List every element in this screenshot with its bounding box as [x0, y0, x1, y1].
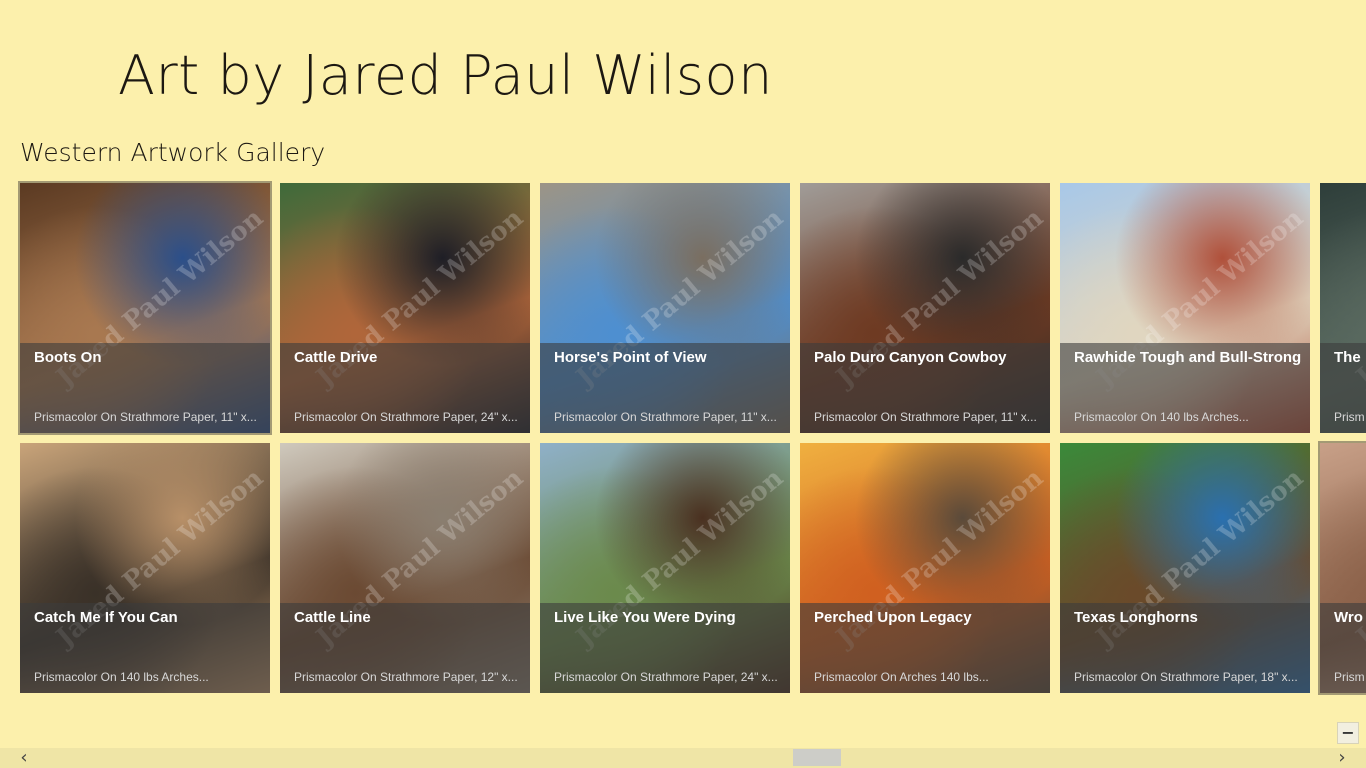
- artwork-title: Live Like You Were Dying: [554, 609, 736, 626]
- artwork-medium: Prismacolor On 140 lbs Arches...: [34, 670, 209, 684]
- tile-caption: Cattle Line Prismacolor On Strathmore Pap…: [280, 603, 530, 693]
- artwork-title: Boots On: [34, 349, 102, 366]
- artwork-medium: Prism: [1334, 410, 1365, 424]
- artwork-title: Rawhide Tough and Bull-Strong: [1074, 349, 1302, 366]
- artwork-medium: Prismacolor On Strathmore Paper, 24" x..…: [294, 410, 518, 424]
- artwork-title: Texas Longhorns: [1074, 609, 1198, 626]
- scroll-right-icon[interactable]: ›: [1332, 748, 1352, 768]
- tile-caption: The Prism: [1320, 343, 1366, 433]
- artwork-title: Catch Me If You Can: [34, 609, 178, 626]
- tile-caption: Live Like You Were Dying Prismacolor On S…: [540, 603, 790, 693]
- artwork-medium: Prismacolor On 140 lbs Arches...: [1074, 410, 1249, 424]
- artwork-medium: Prismacolor On Strathmore Paper, 12" x..…: [294, 670, 518, 684]
- semantic-zoom-button[interactable]: −: [1337, 722, 1359, 744]
- gallery-tile[interactable]: Jared Paul Wilson Cattle Line Prismacolor …: [280, 443, 530, 693]
- tile-caption: Palo Duro Canyon Cowboy Prismacolor On St…: [800, 343, 1050, 433]
- scroll-left-icon[interactable]: ‹: [14, 748, 34, 768]
- artwork-medium: Prismacolor On Strathmore Paper, 18" x..…: [1074, 670, 1298, 684]
- horizontal-scrollbar[interactable]: ‹ ›: [0, 748, 1366, 768]
- gallery-tile[interactable]: Jared Paul WilsonWroPrism: [1318, 441, 1366, 695]
- gallery-tile[interactable]: Jared Paul Wilson Catch Me If You Can Pris…: [20, 443, 270, 693]
- scroll-thumb[interactable]: [793, 749, 841, 766]
- artwork-title: Palo Duro Canyon Cowboy: [814, 349, 1007, 366]
- gallery-tile[interactable]: Jared Paul Wilson Texas Longhorns Prismaco…: [1060, 443, 1310, 693]
- tile-caption: Horse's Point of View Prismacolor On Stra…: [540, 343, 790, 433]
- gallery-tile[interactable]: Jared Paul Wilson Boots On Prismacolor On …: [18, 181, 272, 435]
- artwork-medium: Prismacolor On Arches 140 lbs...: [814, 670, 989, 684]
- artwork-title: Wro: [1334, 609, 1363, 626]
- tile-caption: Catch Me If You Can Prismacolor On 140 lb…: [20, 603, 270, 693]
- gallery-grid: Jared Paul Wilson Boots On Prismacolor On …: [0, 0, 1366, 768]
- artwork-medium: Prismacolor On Strathmore Paper, 24" x..…: [554, 670, 778, 684]
- tile-caption: Texas Longhorns Prismacolor On Strathmore…: [1060, 603, 1310, 693]
- gallery-tile[interactable]: Jared Paul Wilson Rawhide Tough and Bull-…: [1060, 183, 1310, 433]
- artwork-medium: Prism: [1334, 670, 1365, 684]
- tile-caption: Cattle Drive Prismacolor On Strathmore Pa…: [280, 343, 530, 433]
- artwork-medium: Prismacolor On Strathmore Paper, 11" x..…: [34, 410, 257, 424]
- artwork-medium: Prismacolor On Strathmore Paper, 11" x..…: [814, 410, 1037, 424]
- artwork-title: The: [1334, 349, 1361, 366]
- gallery-tile[interactable]: Jared Paul Wilson Live Like You Were Dyin…: [540, 443, 790, 693]
- tile-caption: Boots On Prismacolor On Strathmore Paper,…: [20, 343, 270, 433]
- gallery-tile[interactable]: Jared Paul Wilson Cattle Drive Prismacolor…: [280, 183, 530, 433]
- artwork-medium: Prismacolor On Strathmore Paper, 11" x..…: [554, 410, 777, 424]
- artwork-title: Perched Upon Legacy: [814, 609, 972, 626]
- tile-caption: Rawhide Tough and Bull-Strong Prismacolor…: [1060, 343, 1310, 433]
- tile-caption: Wro Prism: [1320, 603, 1366, 693]
- artwork-title: Cattle Drive: [294, 349, 378, 366]
- gallery-tile[interactable]: Jared Paul WilsonThePrism: [1320, 183, 1366, 433]
- tile-caption: Perched Upon Legacy Prismacolor On Arches…: [800, 603, 1050, 693]
- gallery-tile[interactable]: Jared Paul Wilson Palo Duro Canyon Cowboy…: [800, 183, 1050, 433]
- artwork-title: Cattle Line: [294, 609, 371, 626]
- artwork-title: Horse's Point of View: [554, 349, 707, 366]
- gallery-tile[interactable]: Jared Paul Wilson Horse's Point of View Pr…: [540, 183, 790, 433]
- gallery-tile[interactable]: Jared Paul Wilson Perched Upon Legacy Pris…: [800, 443, 1050, 693]
